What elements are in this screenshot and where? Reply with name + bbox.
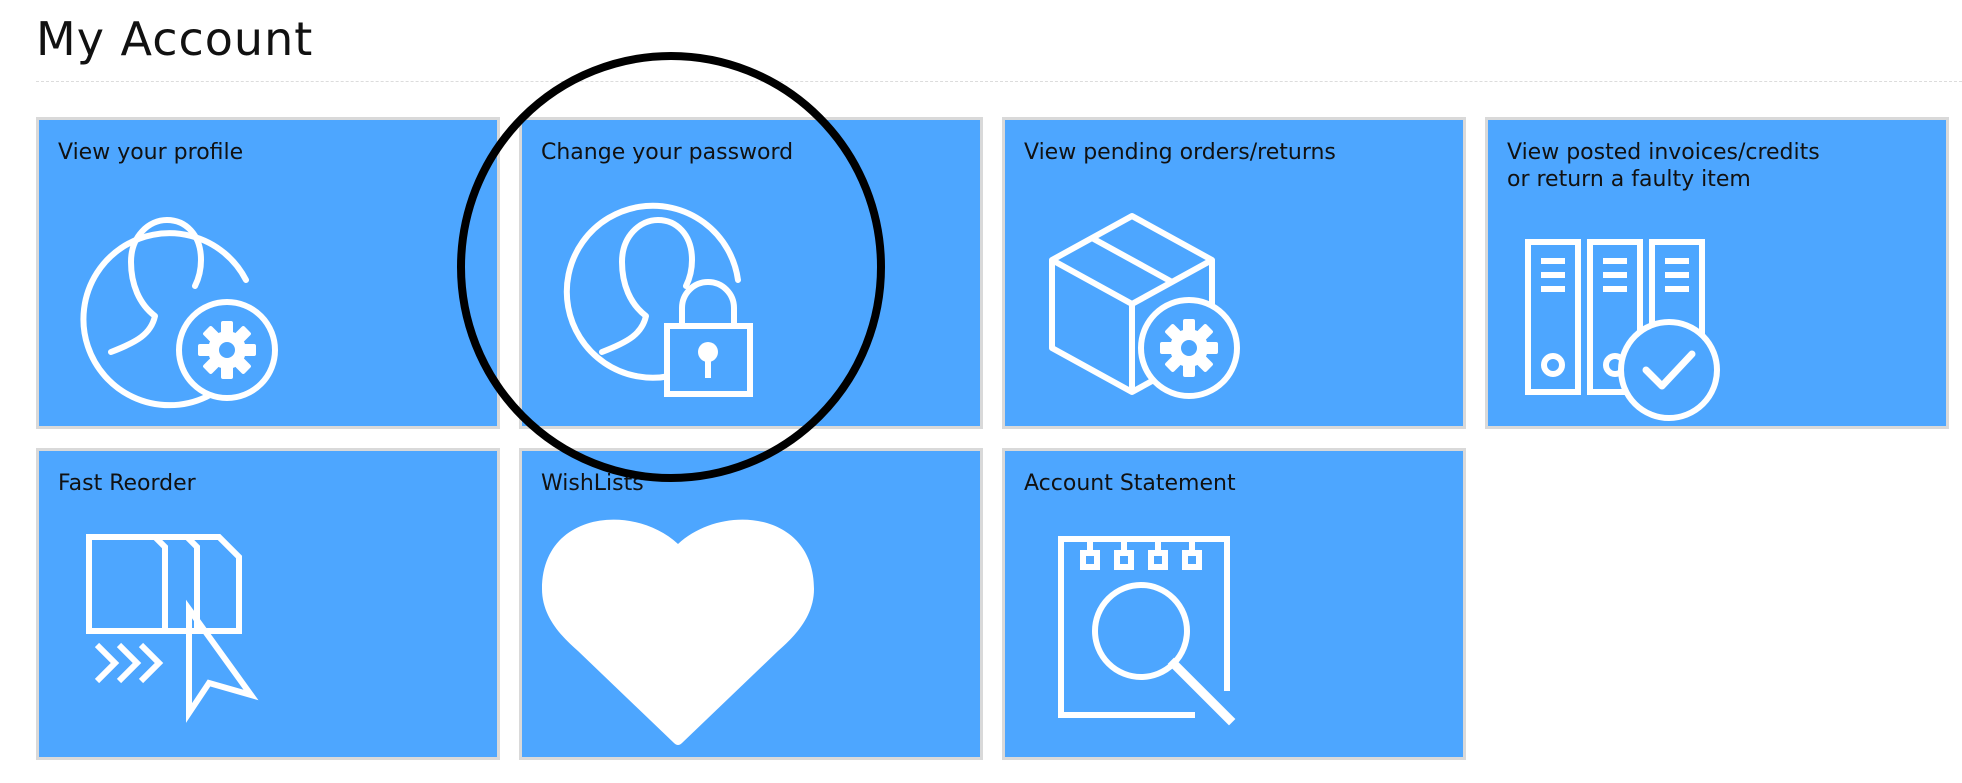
box-settings-icon <box>1049 213 1240 399</box>
tile-wishlists[interactable]: WishLists <box>519 448 983 760</box>
user-lock-icon <box>563 202 753 397</box>
tile-fast-reorder[interactable]: Fast Reorder <box>36 448 500 760</box>
tile-account-statement[interactable]: Account Statement <box>1002 448 1466 760</box>
reorder-cursor-icon <box>86 534 259 723</box>
page-title: My Account <box>36 12 314 66</box>
tile-view-profile[interactable]: View your profile <box>36 117 500 429</box>
tile-posted-invoices[interactable]: View posted invoices/credits or return a… <box>1485 117 1949 429</box>
binders-check-icon <box>1525 239 1720 421</box>
tile-change-password[interactable]: Change your password <box>519 117 983 429</box>
notepad-search-icon <box>1058 536 1236 726</box>
title-divider <box>36 81 1962 82</box>
user-settings-icon <box>80 217 278 409</box>
heart-icon <box>542 519 814 745</box>
tile-pending-orders[interactable]: View pending orders/returns <box>1002 117 1466 429</box>
